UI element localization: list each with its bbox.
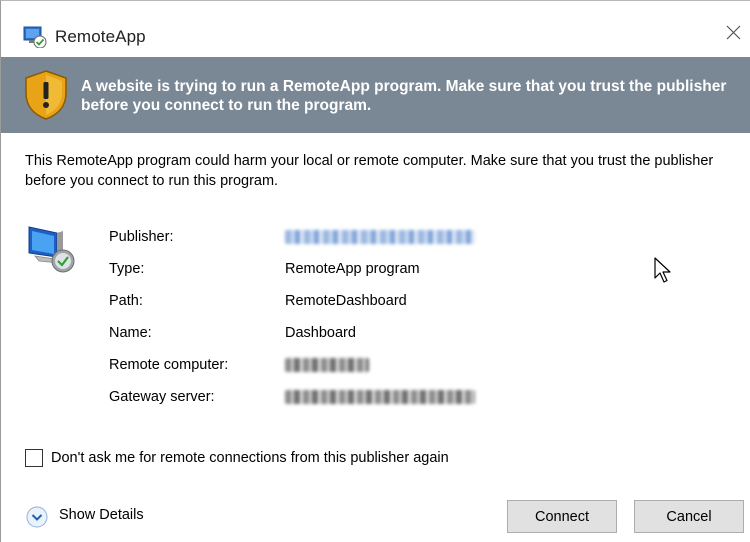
title-bar: RemoteApp [1,1,750,57]
close-button[interactable] [716,15,750,49]
redacted-text [285,390,475,404]
security-banner: A website is trying to run a RemoteApp p… [1,57,750,133]
remote-computer-icon [25,223,77,275]
detail-label: Remote computer: [109,357,229,373]
detail-value-redacted [285,387,475,410]
warning-text: This RemoteApp program could harm your l… [25,153,714,189]
detail-value: Dashboard [285,325,356,341]
shield-warning-icon [23,69,69,121]
detail-value-redacted [285,227,475,250]
redacted-text [285,358,369,372]
remoteapp-icon [23,26,47,49]
mouse-cursor-icon [653,256,673,286]
cancel-button[interactable]: Cancel [634,500,744,533]
dont-ask-again-checkbox[interactable] [25,449,43,467]
banner-text: A website is trying to run a RemoteApp p… [81,78,727,114]
show-details-label[interactable]: Show Details [59,507,144,523]
detail-label: Publisher: [109,229,174,245]
detail-label: Path: [109,293,143,309]
close-icon [726,25,741,40]
detail-label: Type: [109,261,145,277]
chevron-down-icon[interactable] [25,505,49,529]
connect-button[interactable]: Connect [507,500,617,533]
detail-value: RemoteDashboard [285,293,407,309]
window-title: RemoteApp [55,27,146,46]
dont-ask-again-label[interactable]: Don't ask me for remote connections from… [51,448,449,468]
detail-value-redacted [285,355,369,378]
detail-label: Gateway server: [109,389,215,405]
redacted-text [285,230,475,244]
remoteapp-dialog: RemoteApp A website is trying to run a R… [0,0,750,542]
detail-label: Name: [109,325,152,341]
detail-value: RemoteApp program [285,261,420,277]
